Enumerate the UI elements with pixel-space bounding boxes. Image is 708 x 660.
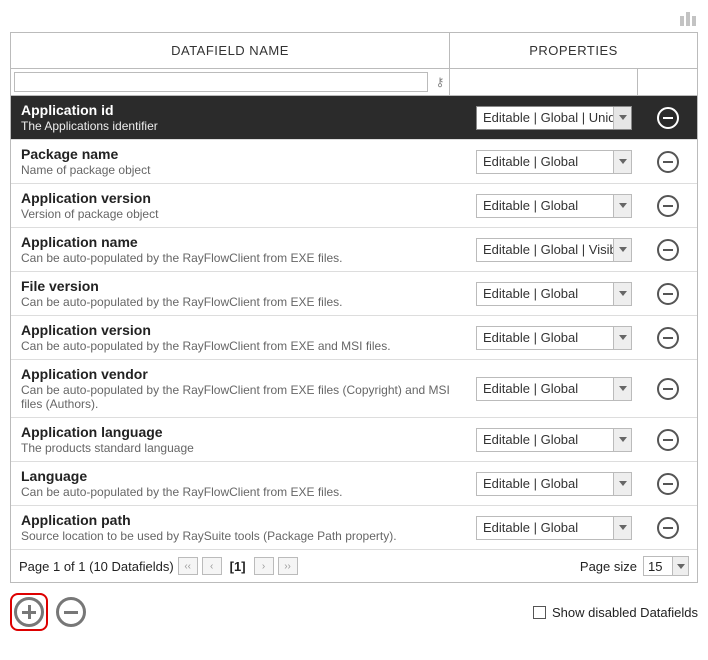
row-title: Application version <box>21 190 460 206</box>
add-button-highlight <box>10 593 48 631</box>
minus-icon <box>663 388 673 390</box>
chevron-down-icon <box>619 159 627 164</box>
row-description: Name of package object <box>21 163 460 177</box>
minus-icon <box>663 161 673 163</box>
table-row[interactable]: LanguageCan be auto-populated by the Ray… <box>11 462 697 506</box>
chevron-down-icon <box>619 291 627 296</box>
row-description: Can be auto-populated by the RayFlowClie… <box>21 295 460 309</box>
row-title: Application id <box>21 102 460 118</box>
row-title: Application language <box>21 424 460 440</box>
row-title: Package name <box>21 146 460 162</box>
chevron-down-icon <box>619 115 627 120</box>
row-description: Version of package object <box>21 207 460 221</box>
minus-icon <box>663 293 673 295</box>
filter-name-input[interactable] <box>14 72 428 92</box>
row-description: Can be auto-populated by the RayFlowClie… <box>21 251 460 265</box>
table-row[interactable]: Package nameName of package object Editab… <box>11 140 697 184</box>
pager-last[interactable]: ›› <box>278 557 298 575</box>
properties-select[interactable]: Editable | Global <box>476 194 632 218</box>
row-description: Can be auto-populated by the RayFlowClie… <box>21 485 460 499</box>
row-title: Application name <box>21 234 460 250</box>
delete-row-button[interactable] <box>657 378 679 400</box>
pager-next[interactable]: › <box>254 557 274 575</box>
filter-icon[interactable]: ⚷ <box>431 69 449 95</box>
minus-icon <box>663 249 673 251</box>
delete-row-button[interactable] <box>657 239 679 261</box>
chevron-down-icon <box>619 437 627 442</box>
table-row[interactable]: Application pathSource location to be us… <box>11 506 697 550</box>
chevron-down-icon <box>677 564 685 569</box>
minus-icon <box>663 527 673 529</box>
minus-icon <box>663 483 673 485</box>
delete-row-button[interactable] <box>657 195 679 217</box>
table-row[interactable]: Application nameCan be auto-populated by… <box>11 228 697 272</box>
table-row[interactable]: Application vendorCan be auto-populated … <box>11 360 697 418</box>
checkbox-icon <box>533 606 546 619</box>
minus-icon <box>663 337 673 339</box>
properties-select[interactable]: Editable | Global <box>476 150 632 174</box>
row-title: File version <box>21 278 460 294</box>
delete-row-button[interactable] <box>657 473 679 495</box>
chevron-down-icon <box>619 335 627 340</box>
properties-select[interactable]: Editable | Global <box>476 377 632 401</box>
remove-datafield-button[interactable] <box>56 597 86 627</box>
delete-row-button[interactable] <box>657 517 679 539</box>
row-description: The products standard language <box>21 441 460 455</box>
properties-select[interactable]: Editable | Global <box>476 282 632 306</box>
row-description: Source location to be used by RaySuite t… <box>21 529 460 543</box>
chevron-down-icon <box>619 203 627 208</box>
pager-first[interactable]: ‹‹ <box>178 557 198 575</box>
header-datafield-name[interactable]: DATAFIELD NAME <box>11 33 450 68</box>
row-description: The Applications identifier <box>21 119 460 133</box>
row-title: Language <box>21 468 460 484</box>
minus-icon <box>663 439 673 441</box>
delete-row-button[interactable] <box>657 327 679 349</box>
properties-select[interactable]: Editable | Global <box>476 516 632 540</box>
row-title: Application vendor <box>21 366 460 382</box>
pager-status: Page 1 of 1 (10 Datafields) <box>19 559 174 574</box>
row-description: Can be auto-populated by the RayFlowClie… <box>21 339 460 353</box>
chevron-down-icon <box>619 247 627 252</box>
delete-row-button[interactable] <box>657 283 679 305</box>
chevron-down-icon <box>619 525 627 530</box>
properties-select[interactable]: Editable | Global <box>476 326 632 350</box>
grid-header: DATAFIELD NAME PROPERTIES <box>11 33 697 69</box>
properties-select[interactable]: Editable | Global | Unique | V <box>476 106 632 130</box>
delete-row-button[interactable] <box>657 107 679 129</box>
row-description: Can be auto-populated by the RayFlowClie… <box>21 383 460 411</box>
pager: Page 1 of 1 (10 Datafields) ‹‹ ‹ [1] › ›… <box>11 550 697 582</box>
table-row[interactable]: Application versionCan be auto-populated… <box>11 316 697 360</box>
properties-select[interactable]: Editable | Global | Visible <box>476 238 632 262</box>
minus-icon <box>663 117 673 119</box>
table-row[interactable]: File versionCan be auto-populated by the… <box>11 272 697 316</box>
row-title: Application version <box>21 322 460 338</box>
table-row[interactable]: Application languageThe products standar… <box>11 418 697 462</box>
properties-select[interactable]: Editable | Global <box>476 472 632 496</box>
delete-row-button[interactable] <box>657 429 679 451</box>
chevron-down-icon <box>619 481 627 486</box>
minus-icon <box>663 205 673 207</box>
table-row[interactable]: Application versionVersion of package ob… <box>11 184 697 228</box>
column-chooser-icon[interactable] <box>680 10 698 26</box>
chevron-down-icon <box>619 386 627 391</box>
filter-row: ⚷ <box>11 69 697 96</box>
datafields-grid: DATAFIELD NAME PROPERTIES ⚷ Application … <box>10 32 698 583</box>
properties-select[interactable]: Editable | Global <box>476 428 632 452</box>
pager-current: [1] <box>226 559 250 574</box>
pager-prev[interactable]: ‹ <box>202 557 222 575</box>
add-datafield-button[interactable] <box>14 597 44 627</box>
header-properties[interactable]: PROPERTIES <box>450 33 697 68</box>
table-row[interactable]: Application idThe Applications identifie… <box>11 96 697 140</box>
show-disabled-label: Show disabled Datafields <box>552 605 698 620</box>
page-size-label: Page size <box>580 559 637 574</box>
delete-row-button[interactable] <box>657 151 679 173</box>
row-title: Application path <box>21 512 460 528</box>
show-disabled-checkbox[interactable]: Show disabled Datafields <box>533 605 698 620</box>
page-size-select[interactable]: 15 <box>643 556 689 576</box>
